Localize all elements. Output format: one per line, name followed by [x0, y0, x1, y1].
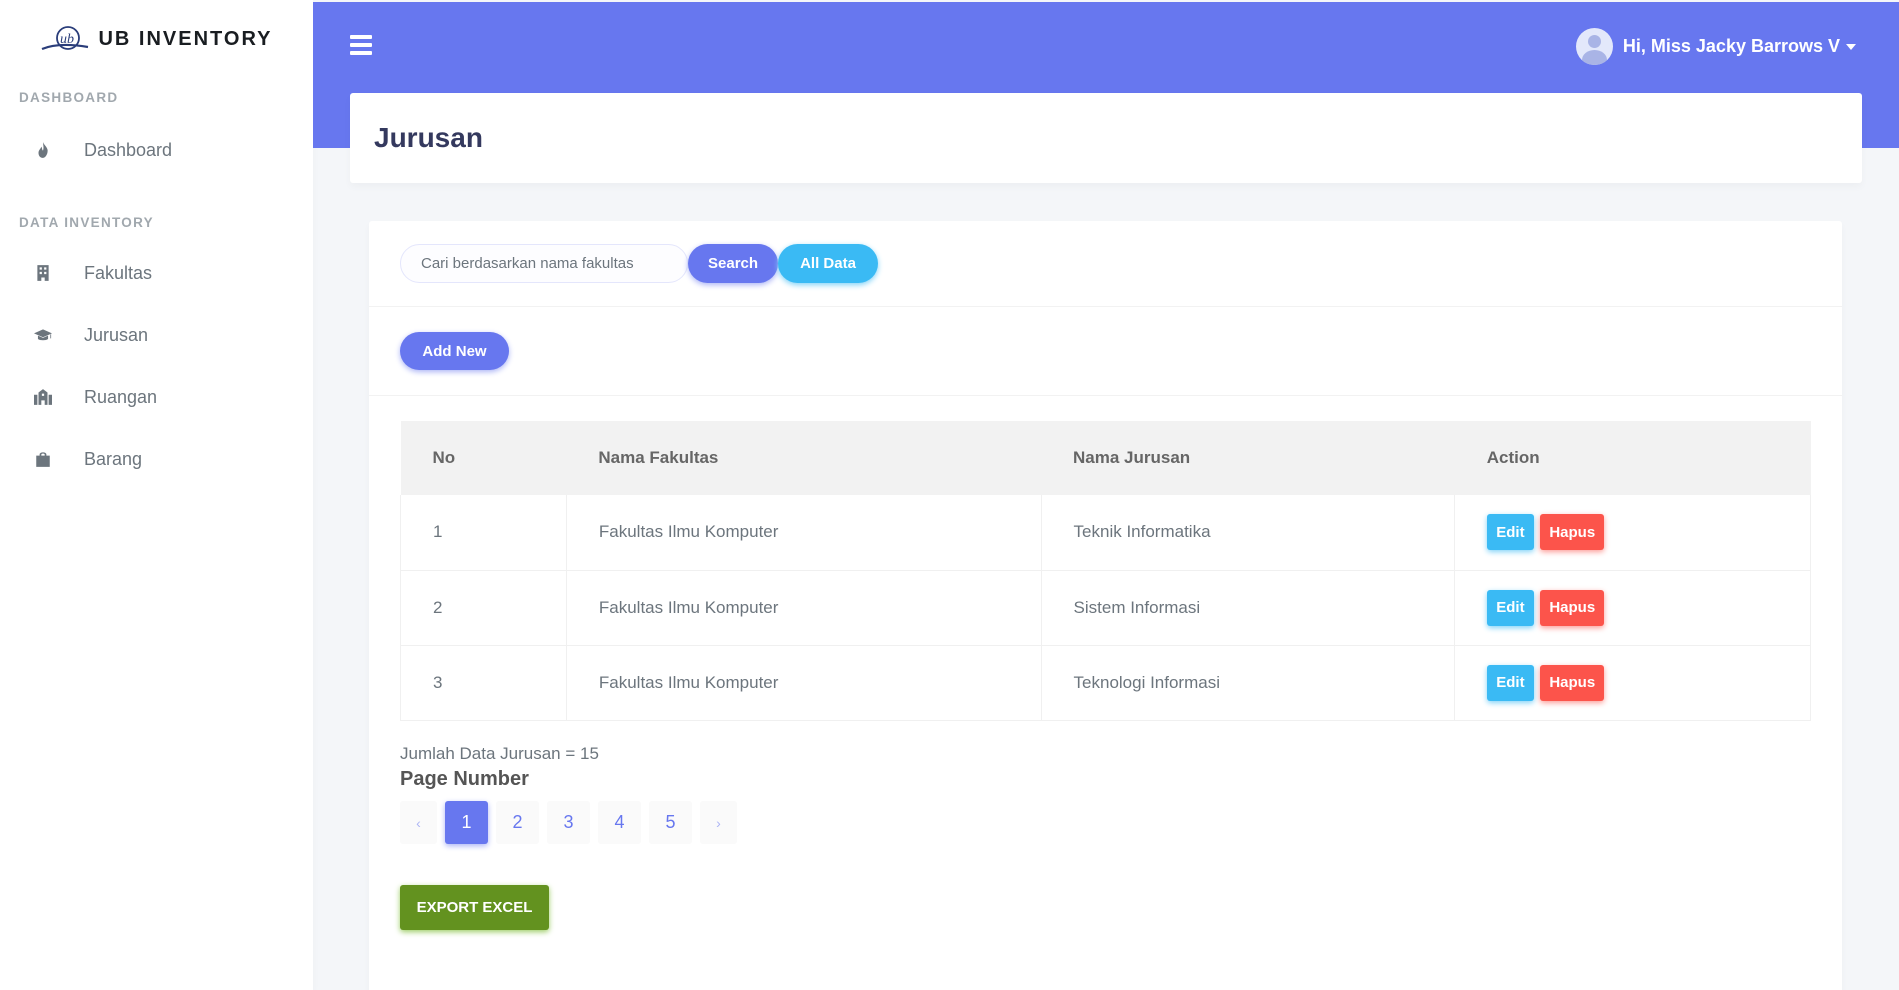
section-header: Jurusan [350, 93, 1862, 183]
graduation-cap-icon [32, 324, 54, 346]
delete-button[interactable]: Hapus [1540, 589, 1605, 626]
table-row: 3 Fakultas Ilmu Komputer Teknologi Infor… [400, 645, 1811, 721]
sidebar-item-dashboard[interactable]: Dashboard [0, 119, 313, 181]
search-input[interactable] [400, 244, 688, 283]
delete-button[interactable]: Hapus [1540, 664, 1605, 701]
page-button-1[interactable]: 1 [445, 801, 488, 844]
cell-fakultas: Fakultas Ilmu Komputer [566, 645, 1042, 721]
sidebar-item-label: Dashboard [84, 139, 173, 160]
page-button-3[interactable]: 3 [547, 801, 590, 844]
record-count: Jumlah Data Jurusan = 15 [400, 744, 599, 763]
cell-fakultas: Fakultas Ilmu Komputer [566, 495, 1042, 571]
pagination-label: Page Number [400, 768, 529, 790]
edit-button[interactable]: Edit [1487, 589, 1534, 626]
sidebar: ub UB INVENTORY DASHBOARD Dashboard DATA… [0, 0, 313, 990]
edit-button[interactable]: Edit [1487, 664, 1534, 701]
fire-icon [32, 139, 54, 161]
menu-header-data-inventory: DATA INVENTORY [19, 215, 154, 230]
sidebar-item-label: Fakultas [84, 262, 153, 283]
jurusan-table: No Nama Fakultas Nama Jurusan Action 1 F… [400, 421, 1811, 721]
sidebar-item-ruangan[interactable]: Ruangan [0, 366, 313, 428]
page-button-5[interactable]: 5 [649, 801, 692, 844]
table-row: 2 Fakultas Ilmu Komputer Sistem Informas… [400, 570, 1811, 646]
edit-button[interactable]: Edit [1487, 514, 1534, 551]
menu-header-dashboard: DASHBOARD [19, 90, 119, 105]
page-title: Jurusan [374, 122, 483, 153]
cell-jurusan: Sistem Informasi [1041, 570, 1456, 646]
shopping-bag-icon [32, 448, 54, 470]
brand[interactable]: ub UB INVENTORY [0, 0, 313, 78]
column-header-action: Action [1486, 448, 1540, 467]
search-form: Search All Data [369, 221, 1842, 307]
page-prev-button[interactable]: ‹ [400, 801, 437, 844]
building-icon [32, 262, 54, 284]
cell-fakultas: Fakultas Ilmu Komputer [566, 570, 1042, 646]
cell-action: Edit Hapus [1454, 570, 1811, 646]
sidebar-item-label: Jurusan [84, 324, 149, 345]
add-row: Add New [369, 307, 1842, 396]
table-header-row: No Nama Fakultas Nama Jurusan Action [400, 421, 1811, 495]
logo-text: ub [60, 32, 74, 47]
cell-no: 1 [400, 495, 567, 571]
page-next-button[interactable]: › [700, 801, 737, 844]
export-excel-button[interactable]: EXPORT EXCEL [400, 885, 549, 930]
brand-name: UB INVENTORY [98, 27, 273, 50]
sidebar-item-label: Barang [84, 448, 143, 469]
ub-logo: ub [42, 26, 89, 51]
user-greeting: Hi, Miss Jacky Barrows V [1622, 36, 1840, 56]
school-icon [32, 386, 54, 408]
cell-action: Edit Hapus [1454, 495, 1811, 571]
pagination: ‹ 1 2 3 4 5 › [400, 801, 737, 844]
sidebar-item-fakultas[interactable]: Fakultas [0, 242, 313, 304]
table-row: 1 Fakultas Ilmu Komputer Teknik Informat… [400, 495, 1811, 571]
sidebar-item-barang[interactable]: Barang [0, 428, 313, 490]
cell-jurusan: Teknologi Informasi [1041, 645, 1456, 721]
column-header-fakultas: Nama Fakultas [598, 448, 719, 467]
cell-no: 3 [400, 645, 567, 721]
content-card: Search All Data Add New No Nama Fakultas… [369, 221, 1842, 990]
cell-action: Edit Hapus [1454, 645, 1811, 721]
menu-toggle-icon[interactable] [350, 35, 372, 55]
cell-no: 2 [400, 570, 567, 646]
cell-jurusan: Teknik Informatika [1041, 495, 1456, 571]
sidebar-item-jurusan[interactable]: Jurusan [0, 304, 313, 366]
page-button-2[interactable]: 2 [496, 801, 539, 844]
avatar [1575, 28, 1613, 65]
page-button-4[interactable]: 4 [598, 801, 641, 844]
all-data-button[interactable]: All Data [778, 244, 878, 283]
search-button[interactable]: Search [688, 244, 778, 283]
column-header-no: No [432, 448, 456, 467]
add-new-button[interactable]: Add New [400, 332, 509, 370]
caret-down-icon [1846, 43, 1856, 50]
user-dropdown[interactable]: Hi, Miss Jacky Barrows V [1575, 28, 1856, 65]
delete-button[interactable]: Hapus [1540, 514, 1605, 551]
sidebar-item-label: Ruangan [84, 386, 158, 407]
column-header-jurusan: Nama Jurusan [1073, 448, 1191, 467]
